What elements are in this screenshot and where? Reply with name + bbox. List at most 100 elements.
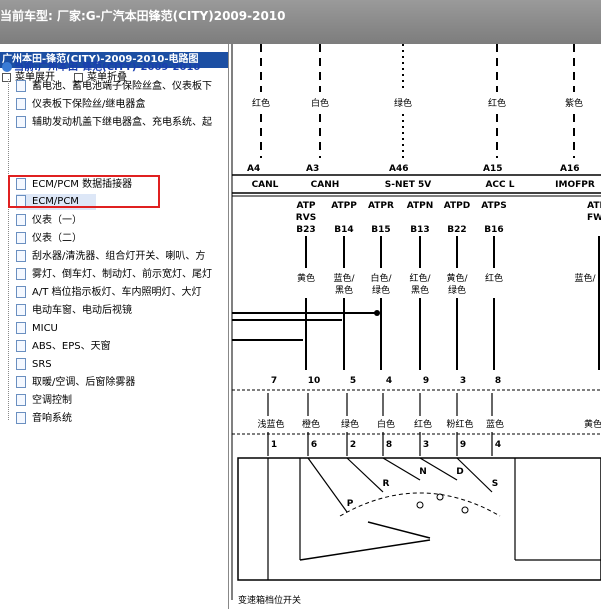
tree-item[interactable]: 音响系统 <box>16 411 228 427</box>
pin-label: A3 <box>306 164 319 174</box>
bus-label: CANL <box>252 180 279 190</box>
tree-item[interactable]: ABS、EPS、天窗 <box>16 339 228 355</box>
pin-label: A15 <box>483 164 503 174</box>
signal-name: RVS <box>296 213 316 223</box>
signal-pin: B22 <box>447 225 466 235</box>
switch-contact <box>436 493 444 501</box>
wiring-diagram: 红色 A4 白色 A3 绿色 A46 红色 A15 紫色 A16 CANL CANH S-NET 5V A… <box>231 44 601 606</box>
signal-name: ATPP <box>331 201 357 211</box>
connector-pin: 6 <box>311 440 317 450</box>
switch-contact <box>461 506 469 514</box>
tree-item[interactable]: 雾灯、倒车灯、制动灯、前示宽灯、尾灯 <box>16 267 228 283</box>
tree-item[interactable]: 仪表板下保险丝/继电器盒 <box>16 97 228 113</box>
document-icon <box>16 268 26 280</box>
pin-label: A16 <box>560 164 580 174</box>
wire-color-label: 白色 <box>311 97 329 109</box>
wire-color-label: 紫色 <box>565 97 583 109</box>
highlight-box <box>8 175 160 208</box>
signal-name: ATPN <box>407 201 434 211</box>
wire-color-label: 红色 <box>414 418 432 430</box>
wire-color-label: 白色/ <box>370 272 392 284</box>
connector-pin: 3 <box>423 440 429 450</box>
document-icon <box>16 394 26 406</box>
connector-pin: 4 <box>495 440 501 450</box>
switch-blade <box>299 539 431 561</box>
bus-label: CANH <box>311 180 340 190</box>
connector-pos: 10 <box>308 376 321 386</box>
tree-guide-line <box>8 79 10 420</box>
switch-arc <box>339 492 501 517</box>
pin-label: A46 <box>389 164 409 174</box>
switch-contact <box>416 501 424 509</box>
document-icon <box>16 376 26 388</box>
tree-item[interactable]: 刮水器/清洗器、组合灯开关、喇叭、方 <box>16 249 228 265</box>
wire-color-label: 黄色/ <box>446 272 468 284</box>
wire-color-label: 蓝色/ <box>574 272 596 284</box>
wire-color-label: 红色 <box>488 97 506 109</box>
wire-color-label: 蓝色 <box>486 418 504 430</box>
tree-item[interactable]: 仪表（一） <box>16 213 228 229</box>
signal-name: ATPD <box>444 201 470 211</box>
diagram-panel: 红色 A4 白色 A3 绿色 A46 红色 A15 紫色 A16 CANL CANH S-NET 5V A… <box>229 44 601 609</box>
wire-color-label: 黄色 <box>297 272 315 284</box>
wire-color-label: 绿色 <box>372 284 390 296</box>
connector-pos: 5 <box>350 376 356 386</box>
document-icon <box>16 304 26 316</box>
signal-pin: B14 <box>334 225 353 235</box>
signal-pin: B16 <box>484 225 503 235</box>
document-icon <box>16 340 26 352</box>
wire-color-label: 红色/ <box>409 272 431 284</box>
wire-color-label: 蓝色/ <box>333 272 355 284</box>
signal-pin: B13 <box>410 225 429 235</box>
wire-color-label: 黑色 <box>335 284 353 296</box>
bus-label: IMOFPR <box>555 180 595 190</box>
document-icon <box>16 412 26 424</box>
window-title: 当前车型: 厂家:G-广汽本田锋范(CITY)2009-2010 <box>0 9 286 23</box>
switch-blade <box>367 521 431 539</box>
signal-name: ATI <box>587 201 601 211</box>
wire-color-label: 橙色 <box>302 418 320 430</box>
wire-color-label: 绿色 <box>394 97 412 109</box>
switch-position: S <box>492 479 498 489</box>
signal-name: ATPR <box>368 201 394 211</box>
signal-name: ATP <box>296 201 315 211</box>
junction-dot <box>374 310 380 316</box>
connector-pin: 8 <box>386 440 392 450</box>
tree-item[interactable]: MICU <box>16 321 228 337</box>
tree-item[interactable]: 仪表（二） <box>16 231 228 247</box>
wire-color-label: 白色 <box>377 418 395 430</box>
pin-label: A4 <box>247 164 260 174</box>
bus-label: ACC L <box>485 180 514 190</box>
tree-item[interactable]: 电动车窗、电动后视镜 <box>16 303 228 319</box>
connector-pos: 3 <box>460 376 466 386</box>
tree-root[interactable]: 当前:广州本田-锋范(CITY)-2009-2010 <box>2 61 228 75</box>
signal-name: FW <box>587 213 601 223</box>
document-icon <box>16 232 26 244</box>
switch-wire <box>346 457 384 493</box>
connector-pos: 8 <box>495 376 501 386</box>
switch-position: N <box>419 467 427 477</box>
document-icon <box>16 322 26 334</box>
wire-color-label: 粉红色 <box>446 418 473 430</box>
signal-name: ATPS <box>481 201 506 211</box>
document-icon <box>16 250 26 262</box>
tree-item[interactable]: 蓄电池、蓄电池端子保险丝盒、仪表板下 <box>16 79 228 95</box>
globe-icon <box>2 62 12 72</box>
wire-color-label: 黄色 <box>584 418 601 430</box>
switch-position: P <box>347 499 354 509</box>
tree-item[interactable]: 辅助发动机盖下继电器盒、充电系统、起 <box>16 115 228 131</box>
tree-item[interactable]: SRS <box>16 357 228 373</box>
switch-title: 变速箱档位开关 <box>238 594 301 606</box>
tree-item[interactable]: 空调控制 <box>16 393 228 409</box>
wire-color-label: 红色 <box>252 97 270 109</box>
signal-pin: B23 <box>296 225 315 235</box>
wire-color-label: 红色 <box>485 272 503 284</box>
connector-pin: 1 <box>271 440 277 450</box>
switch-position: D <box>456 467 463 477</box>
tree-item[interactable]: A/T 档位指示板灯、车内照明灯、大灯 <box>16 285 228 301</box>
signal-pin: B15 <box>371 225 390 235</box>
wire-color-label: 浅蓝色 <box>257 418 284 430</box>
document-icon <box>16 358 26 370</box>
document-icon <box>16 214 26 226</box>
tree-item[interactable]: 取暖/空调、后窗除雾器 <box>16 375 228 391</box>
